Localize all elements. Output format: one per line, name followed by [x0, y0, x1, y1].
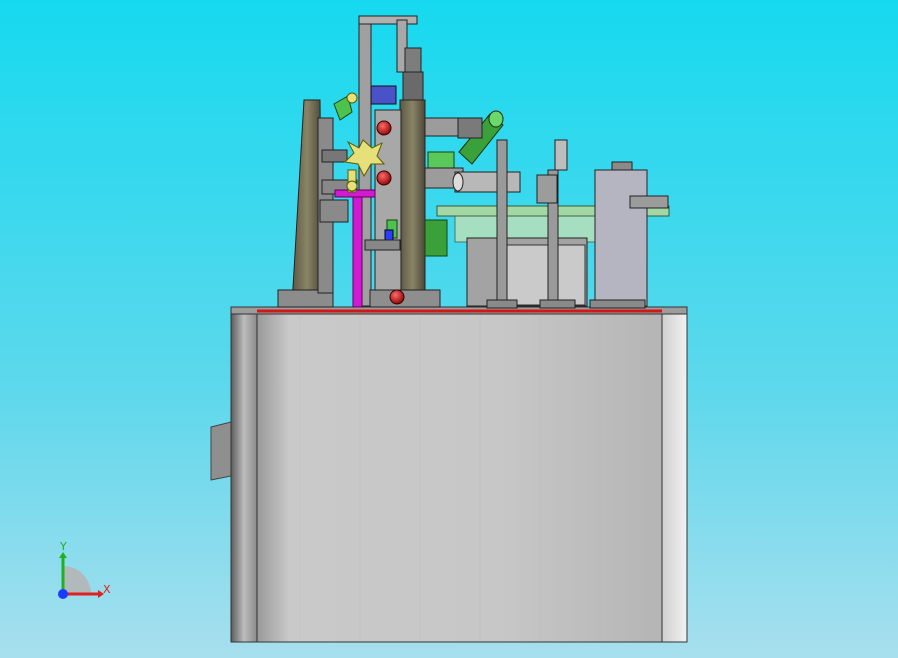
triad-plane-fan — [63, 566, 91, 594]
tower-actuator — [402, 71, 424, 103]
red-knob-middle[interactable] — [376, 170, 392, 186]
cylinder-face — [452, 172, 464, 192]
cad-viewport[interactable]: X Y — [0, 0, 898, 658]
right-station-base — [486, 299, 518, 309]
cabinet-left-edge — [230, 311, 258, 643]
right-small-box — [536, 174, 558, 204]
right-station-base-3 — [589, 299, 646, 309]
cabinet-right-edge — [661, 311, 688, 643]
x-axis-label: X — [103, 583, 111, 596]
tower-inner-plate — [374, 109, 402, 306]
yellow-cap — [346, 92, 358, 104]
green-motor-cap — [488, 110, 504, 128]
yellow-arm-tip — [346, 180, 358, 192]
blue-sensor-block — [370, 85, 397, 105]
y-axis-label: Y — [59, 540, 67, 553]
left-bracket-3 — [319, 199, 349, 223]
right-station-base-2 — [539, 299, 576, 309]
post-3 — [554, 139, 568, 171]
tower-main-column — [399, 99, 426, 306]
tower-base — [369, 289, 441, 308]
origin-dot — [58, 589, 68, 599]
left-column-assembly[interactable] — [277, 99, 358, 308]
angled-green-motor[interactable] — [457, 110, 504, 165]
right-station[interactable] — [436, 139, 670, 309]
cabinet-side-handle — [210, 421, 232, 481]
red-knob-base[interactable] — [389, 289, 405, 305]
machine-cabinet[interactable] — [210, 306, 688, 643]
drum-highlight — [499, 244, 586, 306]
green-box — [424, 219, 448, 257]
right-top-arm — [629, 195, 669, 209]
axis-triad: X Y — [58, 540, 111, 599]
post-1 — [496, 139, 508, 309]
tower-motor-top — [404, 47, 422, 75]
cabinet-front-panel — [256, 311, 663, 643]
red-knob-upper[interactable] — [376, 120, 392, 136]
tower-frame-top — [358, 15, 418, 25]
horizontal-cylinder — [454, 171, 521, 193]
right-cabinet-block — [594, 169, 648, 307]
left-bracket — [321, 149, 348, 163]
middle-arm — [364, 239, 401, 251]
green-plate-small — [427, 151, 455, 171]
motor-mount — [457, 117, 483, 139]
magenta-rail — [352, 194, 363, 308]
